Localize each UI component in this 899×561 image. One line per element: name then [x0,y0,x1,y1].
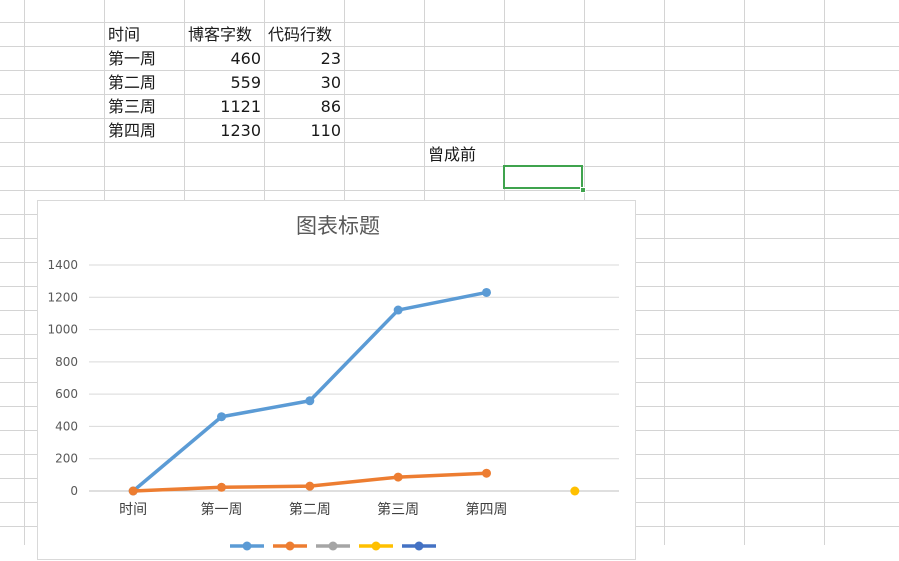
legend-series-5-marker[interactable] [414,541,424,551]
selected-cell[interactable] [503,165,583,189]
chart-series[interactable] [128,287,580,496]
cell-week1-code[interactable]: 23 [265,47,341,71]
legend-series-2-marker[interactable] [285,541,295,551]
header-cell-code-lines[interactable]: 代码行数 [268,23,332,47]
chart-legend[interactable] [230,541,436,551]
fill-handle[interactable] [580,187,586,193]
note-cell[interactable]: 曾成前 [428,143,476,167]
series-2-point[interactable] [305,481,315,491]
row-label-week3[interactable]: 第三周 [108,95,156,119]
y-tick-label: 1000 [47,323,78,337]
chart-canvas: 图表标题 0 200 400 600 800 1000 1200 1400 时间 第一周 第二周 第… [47,214,619,551]
series-4-point[interactable] [570,486,580,496]
y-axis-tick-labels[interactable]: 0 200 400 600 800 1000 1200 1400 [47,258,78,498]
x-axis-category-labels[interactable]: 时间 第一周 第二周 第三周 第四周 [119,501,507,518]
cell-week2-code[interactable]: 30 [265,71,341,95]
y-tick-label: 0 [70,484,78,498]
row-label-week4[interactable]: 第四周 [108,119,156,143]
x-category-label: 第四周 [466,501,508,518]
legend-series-3-marker[interactable] [328,541,338,551]
series-2-point[interactable] [482,468,491,478]
series-2-point[interactable] [128,486,138,496]
legend-series-1-marker[interactable] [242,541,252,551]
cell-week3-code[interactable]: 86 [265,95,341,119]
y-tick-label: 400 [55,419,78,433]
y-tick-label: 200 [55,452,78,466]
cell-week4-words[interactable]: 1230 [185,119,261,143]
y-tick-label: 600 [55,387,78,401]
cell-week1-words[interactable]: 460 [185,47,261,71]
chart-title[interactable]: 图表标题 [296,214,380,238]
series-1-point[interactable] [393,305,403,315]
series-1-point[interactable] [305,396,315,406]
cell-week2-words[interactable]: 559 [185,71,261,95]
legend-series-4-marker[interactable] [371,541,381,551]
x-category-label: 时间 [119,502,147,518]
chart-gridlines [89,264,619,492]
series-2-point[interactable] [217,482,226,492]
series-1-point[interactable] [482,287,491,297]
line-chart[interactable]: 图表标题 0 200 400 600 800 1000 1200 1400 时间 第一周 第二周 第… [37,200,636,560]
series-1-line[interactable] [131,290,489,493]
x-category-label: 第二周 [289,501,331,518]
series-1-point[interactable] [217,412,226,422]
row-label-week1[interactable]: 第一周 [108,47,156,71]
y-tick-label: 800 [55,355,78,369]
x-category-label: 第三周 [377,501,419,518]
cell-week4-code[interactable]: 110 [265,119,341,143]
series-2-point[interactable] [393,472,403,482]
y-tick-label: 1200 [47,290,78,304]
header-cell-time[interactable]: 时间 [108,23,140,47]
y-tick-label: 1400 [47,258,78,272]
header-cell-blog-words[interactable]: 博客字数 [188,23,252,47]
row-label-week2[interactable]: 第二周 [108,71,156,95]
cell-week3-words[interactable]: 1121 [185,95,261,119]
x-category-label: 第一周 [201,501,243,518]
